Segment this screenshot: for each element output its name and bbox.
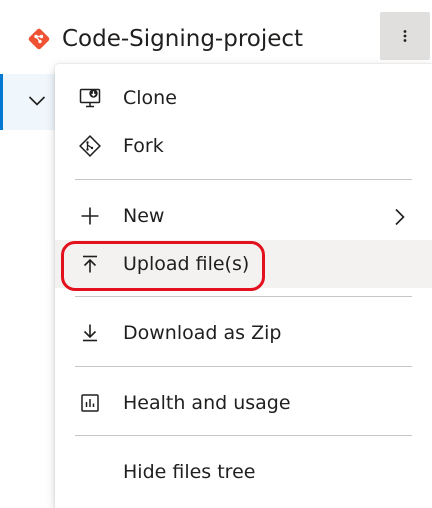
git-repo-icon — [28, 28, 50, 50]
download-icon — [83, 324, 97, 342]
menu-item-label: Upload file(s) — [123, 253, 250, 275]
menu-item-fork[interactable]: Fork — [55, 122, 432, 170]
menu-item-label: Hide files tree — [123, 461, 256, 483]
more-actions-menu: Clone Fork New Upload file(s) Download a… — [55, 64, 432, 508]
menu-item-label: Clone — [123, 87, 177, 109]
menu-item-label: Fork — [123, 135, 164, 157]
upload-icon — [83, 255, 97, 273]
more-vertical-icon — [403, 30, 407, 42]
menu-item-new[interactable]: New — [55, 192, 432, 240]
menu-item-clone[interactable]: Clone — [55, 74, 432, 122]
repo-files-page: Code-Signing-project Clone Fork New Uplo… — [0, 0, 432, 508]
menu-divider — [75, 296, 412, 297]
repo-title[interactable]: Code-Signing-project — [62, 22, 303, 56]
selection-accent — [0, 74, 3, 130]
menu-divider — [75, 179, 412, 180]
files-tree-row[interactable] — [0, 74, 60, 130]
fork-icon — [79, 135, 101, 157]
menu-item-health-usage[interactable]: Health and usage — [55, 379, 432, 427]
menu-divider — [75, 435, 412, 436]
more-actions-button[interactable] — [380, 12, 430, 60]
menu-item-upload[interactable]: Upload file(s) — [55, 240, 432, 288]
clone-monitor-icon — [79, 88, 101, 108]
health-chart-icon — [81, 394, 99, 412]
chevron-down-icon[interactable] — [28, 95, 46, 107]
menu-item-label: Health and usage — [123, 392, 291, 414]
menu-item-label: Download as Zip — [123, 322, 282, 344]
menu-item-hide-files-tree[interactable]: Hide files tree — [55, 448, 432, 496]
menu-item-label: New — [123, 205, 165, 227]
menu-item-download-zip[interactable]: Download as Zip — [55, 309, 432, 357]
chevron-right-icon — [395, 208, 405, 226]
menu-divider — [75, 366, 412, 367]
plus-icon — [81, 207, 99, 225]
